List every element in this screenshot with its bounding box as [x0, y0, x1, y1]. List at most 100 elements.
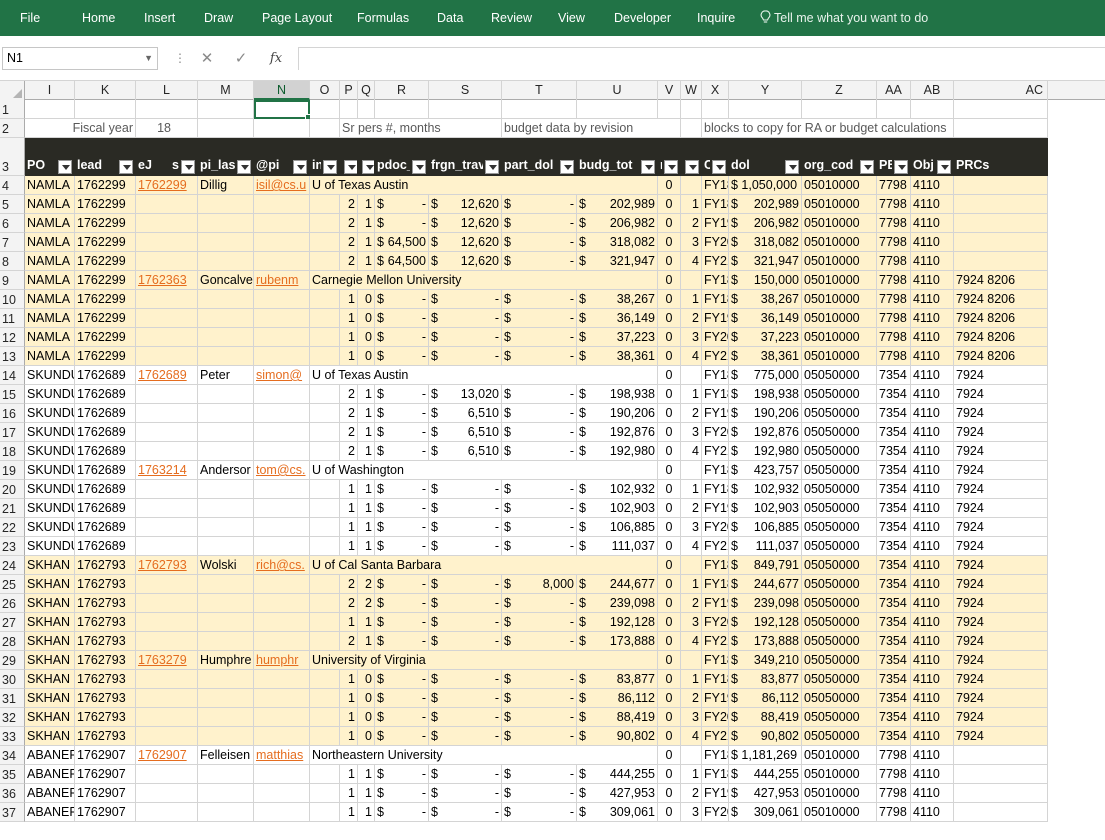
lead-cell[interactable]: 1762793	[75, 670, 136, 689]
prcs-cell[interactable]: 7924	[954, 556, 1048, 575]
sr-pers-cell[interactable]: 1	[340, 765, 358, 784]
column-header-w[interactable]: W	[681, 81, 702, 100]
row-header[interactable]: 22	[0, 518, 25, 537]
prcs-cell[interactable]: 7924	[954, 499, 1048, 518]
empty-cell[interactable]	[729, 100, 802, 119]
frgn-trav-cell[interactable]: $ -	[429, 632, 502, 651]
filter-dropdown-icon[interactable]	[181, 160, 195, 174]
empty-cell[interactable]	[198, 404, 254, 423]
budg-tot-cell[interactable]: $309,061	[577, 803, 658, 822]
empty-cell[interactable]	[310, 119, 340, 138]
pec-cell[interactable]: 7354	[877, 499, 911, 518]
budg-tot-cell[interactable]: $90,802	[577, 727, 658, 746]
pdoc-cell[interactable]: $ -	[375, 575, 429, 594]
empty-cell[interactable]	[254, 252, 310, 271]
row-header[interactable]: 17	[0, 423, 25, 442]
pdoc-cell[interactable]: $64,500	[375, 252, 429, 271]
rev-cell[interactable]: 0	[658, 442, 681, 461]
empty-cell[interactable]	[136, 252, 198, 271]
rev-cell[interactable]: 0	[658, 366, 681, 385]
po-cell[interactable]: NAMLA	[25, 347, 75, 366]
pi-email-link[interactable]: humphr	[254, 651, 310, 670]
obj-cell[interactable]: 4110	[911, 347, 954, 366]
org-code-cell[interactable]: 05050000	[802, 366, 877, 385]
filter-dropdown-icon[interactable]	[58, 160, 72, 174]
empty-cell[interactable]	[136, 195, 198, 214]
obj-cell[interactable]: 4110	[911, 708, 954, 727]
row-header[interactable]: 35	[0, 765, 25, 784]
block-cell[interactable]: 3	[681, 423, 702, 442]
months-cell[interactable]: 1	[358, 195, 375, 214]
award-link[interactable]: 1762689	[136, 366, 198, 385]
months-cell[interactable]: 1	[358, 499, 375, 518]
pdoc-cell[interactable]: $ -	[375, 784, 429, 803]
filter-dropdown-icon[interactable]	[119, 160, 133, 174]
pec-cell[interactable]: 7354	[877, 556, 911, 575]
lead-cell[interactable]: 1762689	[75, 442, 136, 461]
po-cell[interactable]: SKUNDU	[25, 537, 75, 556]
pec-cell[interactable]: 7354	[877, 442, 911, 461]
empty-cell[interactable]	[198, 290, 254, 309]
column-header-p[interactable]: P	[340, 81, 358, 100]
prcs-cell[interactable]: 7924	[954, 366, 1048, 385]
lead-cell[interactable]: 1762793	[75, 632, 136, 651]
months-cell[interactable]: 0	[358, 708, 375, 727]
dol-cell[interactable]: $38,361	[729, 347, 802, 366]
block-cell[interactable]: 4	[681, 727, 702, 746]
empty-cell[interactable]	[310, 233, 340, 252]
po-cell[interactable]: SKHAN	[25, 556, 75, 575]
part-dol-cell[interactable]: $ -	[502, 195, 577, 214]
block-cell[interactable]: 1	[681, 670, 702, 689]
empty-cell[interactable]	[136, 613, 198, 632]
prcs-cell[interactable]: 7924	[954, 632, 1048, 651]
org-code-cell[interactable]: 05010000	[802, 252, 877, 271]
ribbon-tab-home[interactable]: Home	[82, 0, 115, 36]
empty-cell[interactable]	[911, 100, 954, 119]
empty-cell[interactable]	[136, 708, 198, 727]
empty-cell[interactable]	[681, 100, 702, 119]
obj-cell[interactable]: 4110	[911, 632, 954, 651]
block-cell[interactable]	[681, 746, 702, 765]
block-cell[interactable]: 3	[681, 708, 702, 727]
prcs-cell[interactable]: 7924	[954, 708, 1048, 727]
empty-cell[interactable]	[254, 765, 310, 784]
rev-cell[interactable]: 0	[658, 746, 681, 765]
empty-cell[interactable]	[577, 100, 658, 119]
pi-last-cell[interactable]: Peter	[198, 366, 254, 385]
obj-cell[interactable]: 4110	[911, 271, 954, 290]
empty-cell[interactable]	[136, 100, 198, 119]
fiscal-year-cell[interactable]: FY19	[702, 499, 729, 518]
rev-cell[interactable]: 0	[658, 480, 681, 499]
prcs-cell[interactable]	[954, 803, 1048, 822]
fiscal-year-cell[interactable]: FY19	[702, 309, 729, 328]
empty-cell[interactable]	[198, 119, 254, 138]
months-cell[interactable]: 1	[358, 803, 375, 822]
obj-cell[interactable]: 4110	[911, 670, 954, 689]
months-cell[interactable]: 0	[358, 347, 375, 366]
obj-cell[interactable]: 4110	[911, 518, 954, 537]
fiscal-year-cell[interactable]: FY21	[702, 347, 729, 366]
empty-cell[interactable]	[310, 803, 340, 822]
row-header[interactable]: 6	[0, 214, 25, 233]
pdoc-cell[interactable]: $ -	[375, 689, 429, 708]
block-cell[interactable]: 4	[681, 632, 702, 651]
row-header[interactable]: 12	[0, 328, 25, 347]
prcs-cell[interactable]	[954, 765, 1048, 784]
filter-dropdown-icon[interactable]	[860, 160, 874, 174]
block-cell[interactable]: 1	[681, 195, 702, 214]
budg-tot-cell[interactable]: $83,877	[577, 670, 658, 689]
header-cell[interactable]: Co	[702, 138, 729, 176]
lead-cell[interactable]: 1762907	[75, 765, 136, 784]
block-cell[interactable]: 2	[681, 784, 702, 803]
empty-cell[interactable]	[502, 100, 577, 119]
fiscal-year-cell[interactable]: FY20	[702, 708, 729, 727]
column-header-x[interactable]: X	[702, 81, 729, 100]
empty-cell[interactable]	[310, 309, 340, 328]
pdoc-cell[interactable]: $ -	[375, 632, 429, 651]
empty-cell[interactable]	[198, 575, 254, 594]
pi-last-cell[interactable]: Goncalve	[198, 271, 254, 290]
row-header[interactable]: 21	[0, 499, 25, 518]
part-dol-cell[interactable]: $8,000	[502, 575, 577, 594]
pec-cell[interactable]: 7354	[877, 423, 911, 442]
rev-cell[interactable]: 0	[658, 290, 681, 309]
